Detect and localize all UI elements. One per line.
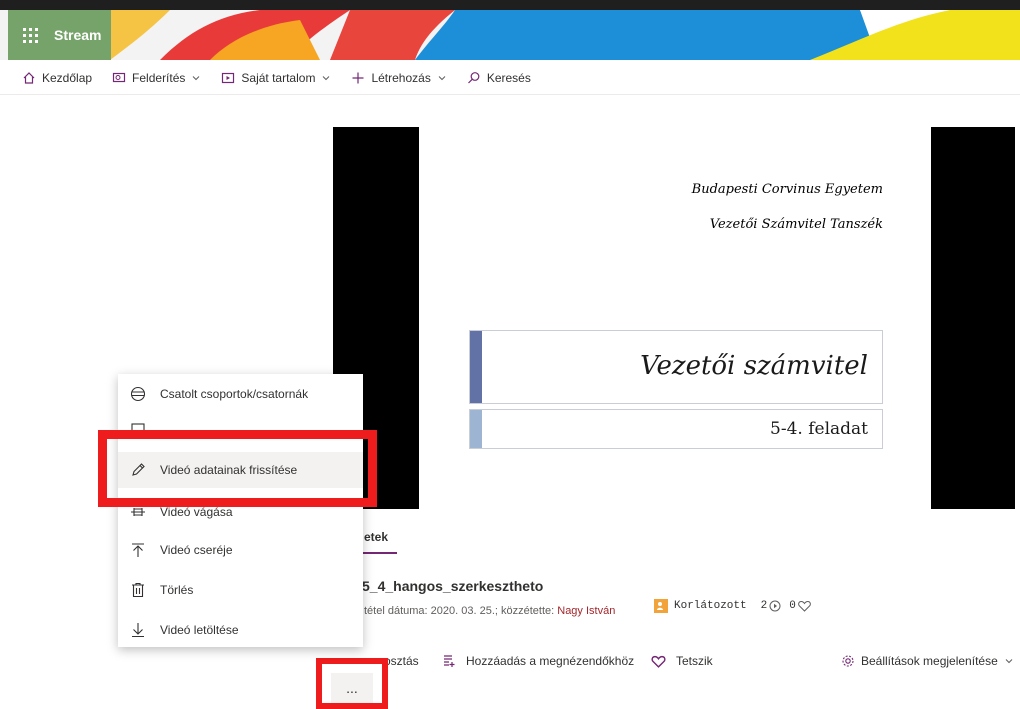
video-stats: 2 0	[761, 600, 811, 612]
author-link[interactable]: Nagy István	[557, 605, 615, 617]
slide-title-accent	[470, 331, 482, 403]
view-count: 2	[760, 600, 768, 612]
chevron-down-icon	[323, 76, 330, 81]
add-to-watchlist-button[interactable]: Hozzáadás a megnézendőkhöz	[442, 654, 634, 668]
menu-item-label: Csatolt csoportok/csatornák	[160, 387, 309, 401]
plus-icon	[352, 72, 364, 84]
show-settings-button[interactable]: Beállítások megjelenítése	[841, 654, 1014, 668]
menu-item-download-video[interactable]: Videó letöltése	[118, 612, 363, 648]
trash-icon	[130, 582, 146, 598]
slide-subtitle: 5-4. feladat	[770, 419, 868, 439]
menu-item-label: Videó cseréje	[160, 543, 233, 557]
video-slide: Budapesti Corvinus Egyetem Vezetői Számv…	[419, 127, 931, 509]
privacy-label: Korlátozott	[674, 600, 747, 612]
like-label: Tetszik	[676, 654, 713, 668]
gear-icon	[842, 655, 854, 667]
views-icon	[769, 600, 781, 612]
menu-item-replace-video[interactable]: Videó cseréje	[118, 532, 363, 568]
menu-item-linked-groups[interactable]: Csatolt csoportok/csatornák	[118, 376, 363, 412]
tab-details[interactable]: etek	[364, 530, 388, 544]
nav-item-label: Saját tartalom	[241, 71, 316, 85]
video-player[interactable]: Budapesti Corvinus Egyetem Vezetői Számv…	[333, 127, 1015, 509]
app-title[interactable]: Stream	[54, 27, 101, 43]
nav-item-label: Létrehozás	[371, 71, 431, 85]
nav-item-label: Kezdőlap	[42, 71, 93, 85]
highlight-more-button	[316, 658, 388, 709]
top-banner: Stream	[0, 0, 1020, 60]
share-button[interactable]: osztás	[384, 654, 419, 668]
search-icon	[467, 72, 480, 84]
settings-label: Beállítások megjelenítése	[861, 654, 998, 668]
chevron-down-icon	[193, 76, 200, 81]
heart-icon	[798, 600, 811, 612]
discover-icon	[112, 72, 126, 83]
download-arrow-icon	[130, 622, 146, 638]
like-button[interactable]: Tetszik	[651, 654, 713, 668]
chevron-down-icon	[438, 76, 446, 81]
upload-arrow-icon	[130, 542, 146, 558]
slide-title-box: Vezetői számvitel	[469, 330, 883, 404]
nav-bar: Kezdőlap Felderítés Saját tartalom Létre…	[0, 62, 1020, 95]
heart-icon	[651, 655, 666, 668]
nav-item-search[interactable]: Keresés	[467, 62, 531, 94]
share-label: osztás	[384, 654, 419, 668]
menu-item-delete[interactable]: Törlés	[118, 572, 363, 608]
nav-item-my-content[interactable]: Saját tartalom	[221, 62, 331, 94]
nav-item-discover[interactable]: Felderítés	[112, 62, 201, 94]
video-meta: tétel dátuma: 2020. 03. 25.; közzétette:…	[364, 605, 615, 617]
action-bar: osztás Hozzáadás a megnézendőkhöz Tetszi…	[0, 652, 1020, 674]
video-title: 5_4_hangos_szerkesztheto	[362, 578, 544, 594]
home-icon	[23, 72, 35, 84]
publish-info: tétel dátuma: 2020. 03. 25.; közzétette:	[364, 605, 558, 617]
highlight-update-video-details	[98, 430, 377, 507]
my-content-icon	[222, 72, 235, 84]
like-count: 0	[789, 600, 796, 612]
menu-item-label: Törlés	[160, 583, 194, 597]
nav-item-label: Felderítés	[132, 71, 186, 85]
privacy-info: Korlátozott 2 0	[654, 599, 811, 613]
menu-item-label: Videó letöltése	[160, 623, 239, 637]
app-launcher-box: Stream	[8, 10, 111, 60]
slide-subtitle-box: 5-4. feladat	[469, 409, 883, 449]
more-options-menu: Csatolt csoportok/csatornák Videó adatai…	[118, 374, 363, 647]
restricted-icon	[654, 599, 668, 613]
nav-item-create[interactable]: Létrehozás	[351, 62, 446, 94]
waffle-icon[interactable]	[18, 23, 42, 47]
slide-department: Vezetői Számvitel Tanszék	[709, 217, 883, 232]
chevron-down-icon	[1005, 659, 1013, 664]
watchlist-label: Hozzáadás a megnézendőkhöz	[466, 654, 635, 668]
nav-item-home[interactable]: Kezdőlap	[22, 62, 92, 94]
slide-university: Budapesti Corvinus Egyetem	[691, 182, 883, 197]
menu-item-label: Videó vágása	[160, 505, 233, 519]
nav-item-label: Keresés	[486, 71, 531, 85]
slide-subtitle-accent	[470, 410, 482, 448]
watchlist-icon	[444, 655, 455, 667]
groups-icon	[130, 386, 146, 402]
top-stripe	[0, 0, 1020, 10]
slide-title: Vezetői számvitel	[640, 351, 868, 381]
